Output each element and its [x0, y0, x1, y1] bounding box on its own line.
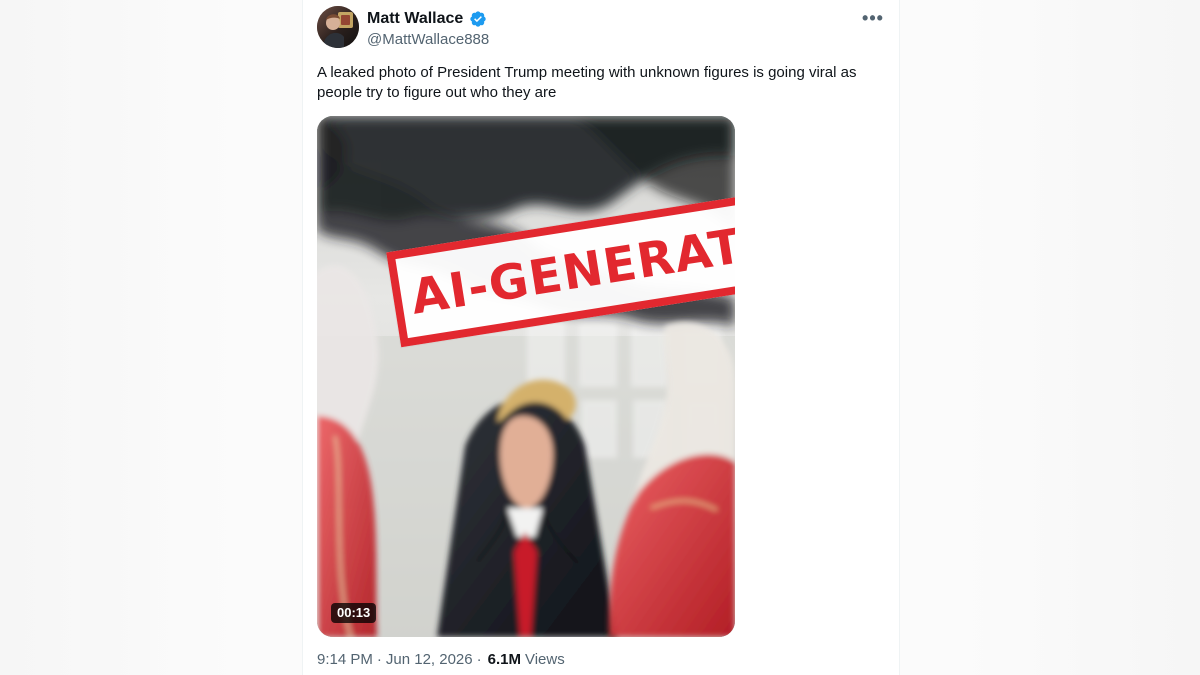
tweet-text: A leaked photo of President Trump meetin…	[317, 64, 857, 101]
post-date[interactable]: Jun 12, 2026	[386, 650, 473, 670]
author-name-row: Matt Wallace	[367, 8, 487, 30]
verified-badge-icon	[469, 10, 487, 28]
meta-separator-2: ·	[476, 651, 482, 668]
author-display-name[interactable]: Matt Wallace	[367, 9, 463, 29]
views-count[interactable]: 6.1M	[488, 650, 521, 670]
profile-avatar-image	[317, 6, 359, 48]
views-label: Views	[524, 651, 565, 668]
author-handle[interactable]: @MattWallace888	[367, 30, 489, 50]
tweet-video[interactable]: AI-GENERATED 00:13	[317, 116, 735, 637]
more-options-button[interactable]: •••	[859, 6, 887, 30]
video-frame	[317, 116, 735, 637]
video-duration-badge: 00:13	[331, 603, 377, 623]
tweet-card: Matt Wallace @MattWallace888 ••• A leake…	[302, 0, 900, 675]
screenshot-background: Matt Wallace @MattWallace888 ••• A leake…	[0, 0, 1200, 675]
profile-avatar[interactable]	[317, 6, 359, 48]
tweet-meta-row: 9:14 PM · Jun 12, 2026 · 6.1M Views	[317, 650, 565, 670]
post-time[interactable]: 9:14 PM	[317, 650, 373, 670]
meta-separator: ·	[376, 651, 382, 668]
